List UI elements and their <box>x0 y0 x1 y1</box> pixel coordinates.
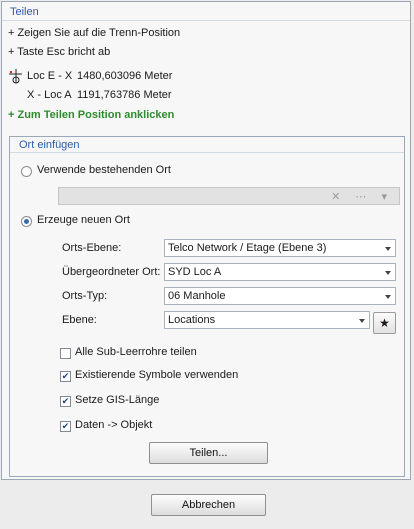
checkbox-label-set-gis-length[interactable]: Setze GIS-Länge <box>75 394 159 406</box>
measure-label-2: X - Loc A <box>27 89 72 101</box>
split-panel: Teilen + Zeigen Sie auf die Trenn-Positi… <box>1 1 411 480</box>
location-level-combo[interactable]: Telco Network / Etage (Ebene 3) <box>164 239 396 257</box>
panel-title: Teilen <box>2 2 410 21</box>
chevron-down-icon <box>385 295 391 299</box>
favorite-layer-button[interactable]: ★ <box>373 312 396 334</box>
split-button[interactable]: Teilen... <box>149 442 268 464</box>
location-type-combo[interactable]: 06 Manhole <box>164 287 396 305</box>
field-label-location-level: Orts-Ebene: <box>62 242 122 254</box>
group-title: Ort einfügen <box>10 137 404 153</box>
chevron-down-icon <box>359 319 365 323</box>
layer-combo[interactable]: Locations <box>164 311 370 329</box>
click-position-hint: + Zum Teilen Position anklicken <box>8 109 175 121</box>
field-label-parent-location: Übergeordneter Ort: <box>62 266 161 278</box>
checkbox-existing-symbols[interactable]: ✔ <box>60 371 71 382</box>
checkbox-label-existing-symbols[interactable]: Existierende Symbole verwenden <box>75 369 238 381</box>
location-level-value: Telco Network / Etage (Ebene 3) <box>168 242 327 254</box>
measure-value-2: 1191,763786 Meter <box>77 89 172 101</box>
hint-point-position: + Zeigen Sie auf die Trenn-Position <box>8 27 181 39</box>
layer-value: Locations <box>168 314 216 326</box>
measure-label-1: Loc E - X <box>27 70 73 82</box>
existing-combo-buttons: ✕ ⋯ ▾ <box>331 191 393 203</box>
cancel-button[interactable]: Abbrechen <box>151 494 266 516</box>
field-label-layer: Ebene: <box>62 314 97 326</box>
location-type-value: 06 Manhole <box>168 290 226 302</box>
check-icon: ✔ <box>61 371 70 381</box>
checkbox-label-data-to-object[interactable]: Daten -> Objekt <box>75 419 152 431</box>
checkbox-all-sub-ducts[interactable] <box>60 348 71 359</box>
parent-location-combo[interactable]: SYD Loc A <box>164 263 396 281</box>
measure-value-1: 1480,603096 Meter <box>77 70 173 82</box>
check-icon: ✔ <box>61 396 70 406</box>
checkbox-set-gis-length[interactable]: ✔ <box>60 396 71 407</box>
radio-existing-label[interactable]: Verwende bestehenden Ort <box>37 164 171 176</box>
insert-location-group: Ort einfügen Verwende bestehenden Ort ✕ … <box>9 136 405 477</box>
star-icon: ★ <box>379 316 390 330</box>
existing-location-combo: ✕ ⋯ ▾ <box>58 187 400 205</box>
radio-new-location[interactable] <box>21 216 32 227</box>
check-icon: ✔ <box>61 421 70 431</box>
checkbox-label-all-sub-ducts[interactable]: Alle Sub-Leerrohre teilen <box>75 346 197 358</box>
checkbox-data-to-object[interactable]: ✔ <box>60 421 71 432</box>
hint-esc-cancel: + Taste Esc bricht ab <box>8 46 111 58</box>
chevron-down-icon <box>385 271 391 275</box>
radio-new-label[interactable]: Erzeuge neuen Ort <box>37 214 130 226</box>
chevron-down-icon <box>385 247 391 251</box>
parent-location-value: SYD Loc A <box>168 266 222 278</box>
field-label-location-type: Orts-Typ: <box>62 290 108 302</box>
measure-icon <box>9 69 22 84</box>
measure-row-1: Loc E - X 1480,603096 Meter <box>27 70 172 82</box>
radio-existing-location[interactable] <box>21 166 32 177</box>
measure-row-2: X - Loc A 1191,763786 Meter <box>27 89 172 101</box>
